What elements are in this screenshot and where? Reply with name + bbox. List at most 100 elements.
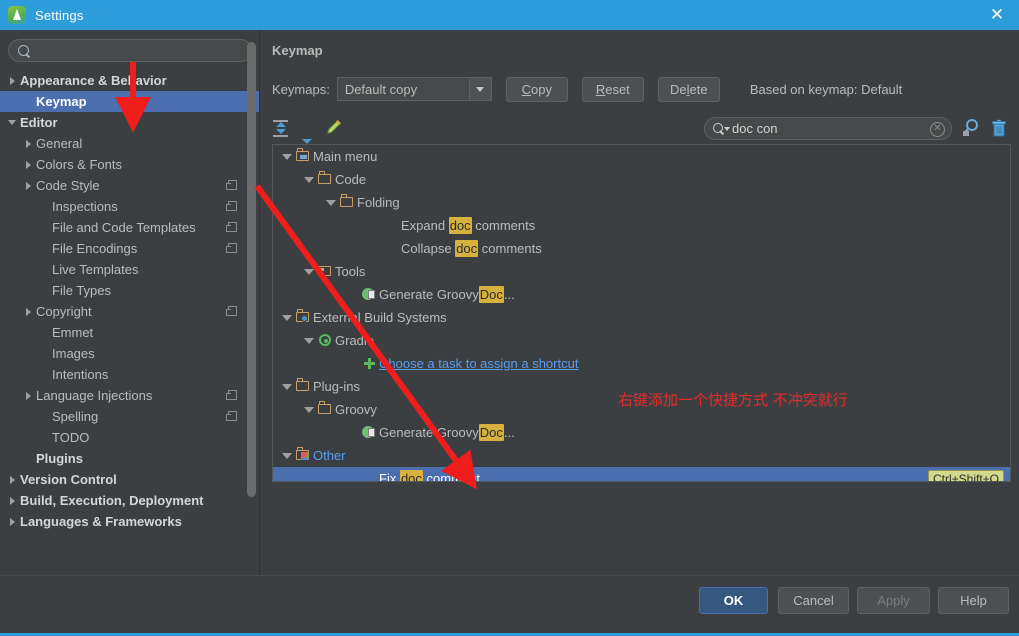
sidebar-item-intentions[interactable]: Intentions (0, 364, 259, 385)
close-icon[interactable]: ✕ (975, 0, 1019, 30)
sidebar-item-inspections[interactable]: Inspections (0, 196, 259, 217)
sidebar-tree: Appearance & Behavior Keymap Editor General… (0, 70, 259, 575)
sidebar-item-build-execution-deployment[interactable]: Build, Execution, Deployment (0, 490, 259, 511)
sidebar-item-label: Colors & Fonts (36, 157, 122, 172)
chevron-right-icon[interactable] (8, 490, 20, 511)
sidebar-item-file-types[interactable]: File Types (0, 280, 259, 301)
chevron-right-icon[interactable] (24, 175, 36, 196)
sidebar-item-spelling[interactable]: Spelling (0, 406, 259, 427)
sidebar-item-general[interactable]: General (0, 133, 259, 154)
keymap-tree-row[interactable]: Generate GroovyDoc... (273, 283, 1010, 306)
keymap-tree-row[interactable]: Expand doc comments (273, 214, 1010, 237)
cancel-button[interactable]: Cancel (778, 587, 849, 614)
project-scope-icon (226, 306, 237, 316)
delete-button[interactable]: De l ete (657, 76, 720, 102)
keymap-select[interactable]: Default copy (336, 77, 492, 101)
keymap-tree-row[interactable]: Tools (273, 260, 1010, 283)
sidebar-item-label: Images (52, 346, 95, 361)
sidebar-search[interactable] (8, 39, 252, 62)
chevron-down-icon[interactable] (279, 444, 295, 467)
project-scope-icon (226, 243, 237, 253)
chevron-down-icon[interactable] (279, 375, 295, 398)
chevron-down-icon[interactable] (301, 168, 317, 191)
keymap-tree-row[interactable]: Gradle (273, 329, 1010, 352)
delete-button-pre: De (670, 81, 687, 97)
settings-sidebar: Appearance & Behavior Keymap Editor General… (0, 30, 260, 575)
sidebar-item-images[interactable]: Images (0, 343, 259, 364)
reset-button[interactable]: Reset (581, 76, 644, 102)
sidebar-item-emmet[interactable]: Emmet (0, 322, 259, 343)
copy-button-label: opy (531, 81, 552, 97)
sidebar-item-plugins[interactable]: Plugins (0, 448, 259, 469)
pencil-icon[interactable] (324, 119, 342, 137)
chevron-down-icon[interactable] (468, 78, 491, 100)
filter-by-shortcut-icon[interactable] (961, 118, 979, 138)
keymap-tree[interactable]: Main menu Code Folding Expand doc comments C… (272, 144, 1011, 482)
sidebar-item-copyright[interactable]: Copyright (0, 301, 259, 322)
annotation-note: 右键添加一个快捷方式 不冲突就行 (618, 391, 848, 409)
shortcut-search-input[interactable]: doc con ✕ (704, 117, 952, 140)
trash-icon[interactable] (990, 118, 1008, 138)
keymap-tree-row[interactable]: Folding (273, 191, 1010, 214)
keymap-tree-row[interactable]: Generate GroovyDoc... (273, 421, 1010, 444)
chevron-right-icon[interactable] (8, 511, 20, 532)
sidebar-item-label: Keymap (36, 94, 87, 109)
sidebar-item-code-style[interactable]: Code Style (0, 175, 259, 196)
keymap-tree-row[interactable]: Collapse doc comments (273, 237, 1010, 260)
ok-button[interactable]: OK (699, 587, 768, 614)
keymap-tree-row[interactable]: External Build Systems (273, 306, 1010, 329)
sidebar-item-languages-frameworks[interactable]: Languages & Frameworks (0, 511, 259, 532)
chevron-down-icon[interactable] (323, 191, 339, 214)
sidebar-item-label: File Encodings (52, 241, 138, 256)
sidebar-item-label: TODO (52, 430, 90, 445)
expand-all-icon[interactable] (272, 119, 290, 137)
sidebar-item-colors-fonts[interactable]: Colors & Fonts (0, 154, 259, 175)
chevron-down-icon[interactable] (301, 260, 317, 283)
chevron-right-icon[interactable] (24, 301, 36, 322)
sidebar-item-file-encodings[interactable]: File Encodings (0, 238, 259, 259)
groovy-icon (361, 283, 379, 306)
sidebar-item-keymap[interactable]: Keymap (0, 91, 259, 112)
search-input[interactable] (8, 39, 252, 62)
chevron-down-icon[interactable] (301, 329, 317, 352)
sidebar-item-appearance-behavior[interactable]: Appearance & Behavior (0, 70, 259, 91)
chevron-down-icon[interactable] (724, 127, 730, 131)
chevron-down-icon[interactable] (301, 398, 317, 421)
label-suffix: ... (503, 287, 515, 302)
chevron-right-icon[interactable] (8, 70, 20, 91)
sidebar-item-todo[interactable]: TODO (0, 427, 259, 448)
sidebar-item-live-templates[interactable]: Live Templates (0, 259, 259, 280)
keymap-tree-row[interactable]: Fix doc comment Ctrl+Shift+Q (273, 467, 1010, 482)
keymap-tree-row-label: Generate GroovyDoc... (379, 424, 515, 441)
sidebar-item-editor[interactable]: Editor (0, 112, 259, 133)
sidebar-item-language-injections[interactable]: Language Injections (0, 385, 259, 406)
chevron-right-icon[interactable] (24, 385, 36, 406)
sidebar-item-version-control[interactable]: Version Control (0, 469, 259, 490)
clear-icon[interactable]: ✕ (930, 122, 945, 137)
label-suffix: comment (422, 471, 480, 482)
help-button[interactable]: Help (938, 587, 1009, 614)
apply-button[interactable]: Apply (857, 587, 930, 614)
copy-button[interactable]: Copy (505, 76, 568, 102)
sidebar-item-file-and-code-templates[interactable]: File and Code Templates (0, 217, 259, 238)
sidebar-item-label: Plugins (36, 451, 83, 466)
chevron-right-icon[interactable] (24, 133, 36, 154)
keymap-tree-row[interactable]: Choose a task to assign a shortcut (273, 352, 1010, 375)
keymap-tree-row[interactable]: Main menu (273, 145, 1010, 168)
keymap-tree-row[interactable]: Other (273, 444, 1010, 467)
keymap-tree-row[interactable]: Code (273, 168, 1010, 191)
chevron-down-icon[interactable] (279, 306, 295, 329)
chevron-right-icon[interactable] (8, 469, 20, 490)
keymap-tree-row-label[interactable]: Choose a task to assign a shortcut (379, 356, 578, 371)
sidebar-scrollbar[interactable] (247, 42, 256, 497)
based-on-keymap-label: Based on keymap: Default (749, 81, 903, 97)
keymap-tree-row-label: Code (335, 172, 367, 187)
chevron-down-icon[interactable] (8, 112, 20, 133)
chevron-down-icon[interactable] (279, 145, 295, 168)
reset-button-mnemonic: R (595, 81, 606, 97)
chevron-right-icon[interactable] (24, 154, 36, 175)
